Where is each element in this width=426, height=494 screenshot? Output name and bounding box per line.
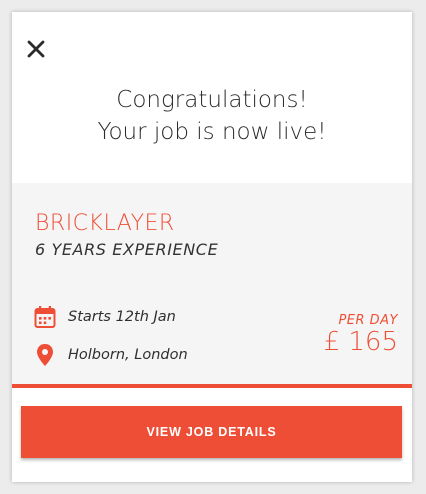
rate-value: £ 165 [323, 327, 398, 357]
job-location: Holborn, London [68, 347, 188, 363]
job-live-dialog: Congratulations! Your job is now live! B… [12, 12, 412, 482]
view-job-details-button[interactable]: VIEW JOB DETAILS [21, 406, 402, 458]
job-title: BRICKLAYER [35, 211, 175, 236]
location-row: Holborn, London [34, 343, 188, 367]
job-summary-panel: BRICKLAYER 6 YEARS EXPERIENCE Starts 12t… [12, 183, 412, 384]
calendar-icon [34, 305, 56, 329]
title-line-2: Your job is now live! [97, 119, 327, 145]
rate-label: PER DAY [338, 313, 398, 328]
dialog-title: Congratulations! Your job is now live! [12, 84, 412, 148]
start-date-row: Starts 12th Jan [34, 305, 176, 329]
close-icon[interactable] [25, 38, 47, 60]
start-date: Starts 12th Jan [68, 309, 176, 325]
job-experience: 6 YEARS EXPERIENCE [35, 240, 219, 259]
location-pin-icon [34, 343, 56, 367]
title-line-1: Congratulations! [116, 87, 308, 113]
accent-divider [12, 384, 412, 388]
